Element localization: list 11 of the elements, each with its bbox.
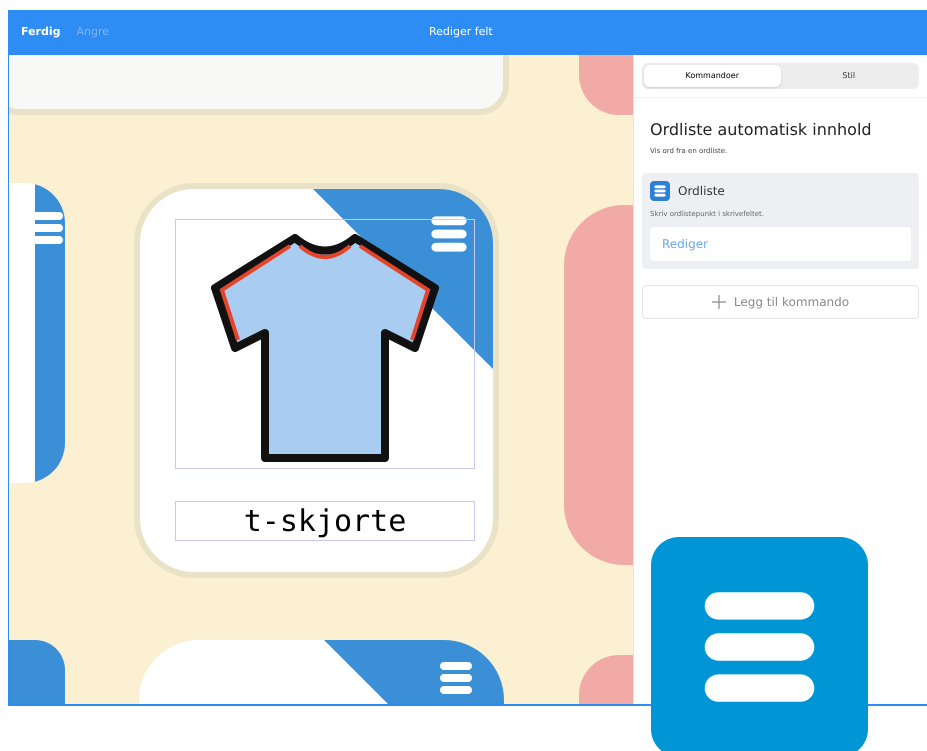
- window-title: Rediger felt: [429, 24, 493, 40]
- done-button[interactable]: Ferdig: [21, 24, 60, 41]
- tab[interactable]: Kommandoer: [644, 65, 780, 87]
- add-command-button[interactable]: Legg til kommando: [642, 285, 919, 319]
- panel-title: Ordliste automatisk innhold: [650, 119, 873, 141]
- tab[interactable]: Stil: [780, 65, 917, 87]
- edit-button[interactable]: Rediger: [650, 227, 911, 261]
- command-title: Ordliste: [678, 182, 725, 200]
- list-icon: [650, 180, 670, 200]
- symbol-label: t-skjorte: [244, 502, 406, 540]
- plus-icon: [712, 295, 726, 309]
